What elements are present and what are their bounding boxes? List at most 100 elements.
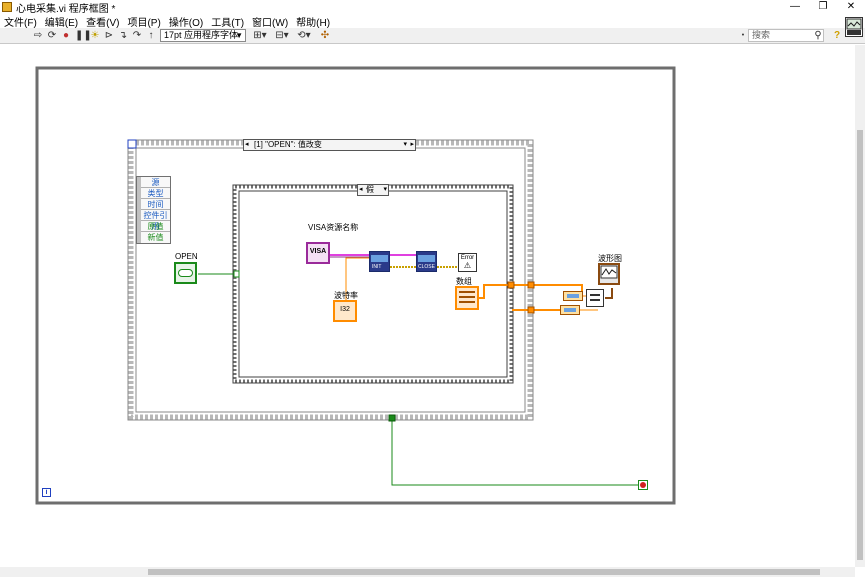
menu-project[interactable]: 项目(P) <box>127 14 160 29</box>
run-continuously-icon[interactable]: ⟳ <box>47 30 57 41</box>
window-title: 心电采集.vi 程序框图 * <box>16 3 116 15</box>
event-data-ctlref[interactable]: 控件引用 <box>141 210 170 231</box>
visa-close-node[interactable]: CLOSE <box>416 251 437 272</box>
diagram-svg <box>35 66 676 505</box>
event-data-type[interactable]: 类型 <box>141 188 170 199</box>
font-select[interactable]: 17pt 应用程序字体 ▼ <box>160 29 246 42</box>
iteration-icon: i <box>45 489 48 496</box>
search-dropdown-icon[interactable]: • <box>740 30 746 41</box>
event-case-selector[interactable]: ◂ [1] "OPEN": 值改变 ▾ ▸ <box>243 139 416 151</box>
chevron-down-icon[interactable]: ▾ <box>383 185 387 195</box>
align-objects-icon[interactable]: ⊞▾ <box>252 30 268 41</box>
step-over-icon[interactable]: ↷ <box>132 30 142 41</box>
array-element-node-1[interactable] <box>563 291 583 301</box>
case-selector[interactable]: ◂ 假 ▾ <box>357 184 389 196</box>
horizontal-scroll-thumb[interactable] <box>148 569 820 575</box>
menu-window[interactable]: 窗口(W) <box>252 14 288 29</box>
vertical-scrollbar[interactable] <box>855 45 865 567</box>
baud-rate-type: I32 <box>340 306 350 313</box>
baud-rate-control[interactable]: I32 <box>333 300 357 322</box>
menu-bar: 文件(F) 编辑(E) 查看(V) 项目(P) 操作(O) 工具(T) 窗口(W… <box>0 14 865 29</box>
menu-view[interactable]: 查看(V) <box>86 14 119 29</box>
close-text: CLOSE <box>418 264 435 270</box>
serial-port-icon <box>418 255 435 262</box>
abort-icon[interactable]: ● <box>61 30 71 41</box>
chevron-down-icon: ▼ <box>235 31 243 40</box>
build-array-node[interactable] <box>586 289 604 307</box>
reorder-icon[interactable]: ⟲▾ <box>296 30 312 41</box>
retain-wire-values-icon[interactable]: ⊳ <box>104 30 114 41</box>
timeout-terminal-icon[interactable] <box>127 139 137 149</box>
event-tunnel-out-1[interactable] <box>527 281 535 289</box>
menu-operate[interactable]: 操作(O) <box>169 14 203 29</box>
event-data-oldval[interactable]: 原值 <box>141 221 170 232</box>
help-icon[interactable]: ? <box>832 30 842 41</box>
stop-condition-wire[interactable] <box>391 416 640 486</box>
array-icon-line <box>459 296 475 298</box>
serial-port-icon <box>371 255 388 262</box>
pause-icon[interactable]: ❚❚ <box>75 30 92 41</box>
step-into-icon[interactable]: ↴ <box>118 30 128 41</box>
array-element-icon <box>564 308 576 312</box>
array-indicator[interactable] <box>455 286 479 310</box>
open-boolean-control[interactable] <box>174 262 197 284</box>
toolbar: ⇨ ⟳ ● ❚❚ ☀ ⊳ ↴ ↷ ↑ 17pt 应用程序字体 ▼ ⊞▾ ⊟▾ ⟲… <box>0 28 865 44</box>
event-data-time[interactable]: 时间 <box>141 199 170 210</box>
waveform-graph-indicator[interactable] <box>598 263 620 285</box>
search-placeholder: 搜索 <box>752 30 771 40</box>
chevron-down-icon[interactable]: ▾ <box>403 140 407 150</box>
open-label: OPEN <box>175 252 198 261</box>
array-icon-line <box>459 301 475 303</box>
selector-decrement-icon[interactable]: ◂ <box>245 140 249 150</box>
event-data-newval[interactable]: 新值 <box>141 232 170 243</box>
event-data-node[interactable]: 源 类型 时间 控件引用 原值 新值 <box>136 176 171 244</box>
cleanup-diagram-icon[interactable]: ✣ <box>318 30 332 41</box>
menu-help[interactable]: 帮助(H) <box>296 14 330 29</box>
menu-tools[interactable]: 工具(T) <box>211 14 244 29</box>
stop-icon <box>640 482 646 488</box>
maximize-button[interactable]: ❐ <box>809 0 837 14</box>
init-text: INIT <box>372 264 382 270</box>
close-button[interactable]: ✕ <box>837 0 865 14</box>
highlight-execution-icon[interactable]: ☀ <box>90 30 100 41</box>
selector-increment-icon[interactable]: ▸ <box>410 140 414 150</box>
boolean-toggle-icon <box>178 269 193 277</box>
visa-resource-control[interactable]: VISA <box>306 242 330 264</box>
event-data-source[interactable]: 源 <box>141 177 170 188</box>
menu-edit[interactable]: 编辑(E) <box>45 14 78 29</box>
loop-stop-terminal[interactable] <box>638 480 648 490</box>
case-label: 假 <box>366 185 374 194</box>
run-arrow-icon[interactable]: ⇨ <box>33 30 43 41</box>
search-icon[interactable]: ⚲ <box>813 30 823 41</box>
distribute-objects-icon[interactable]: ⊟▾ <box>274 30 290 41</box>
loop-iteration-terminal[interactable]: i <box>42 488 51 497</box>
array-element-node-2[interactable] <box>560 305 580 315</box>
step-out-icon[interactable]: ↑ <box>146 30 156 41</box>
labview-app-icon <box>2 2 12 12</box>
waveform-wire[interactable] <box>605 288 613 299</box>
stop-tunnel[interactable] <box>388 414 396 422</box>
case-selector-tunnel[interactable] <box>233 270 240 278</box>
event-tunnel-out-2[interactable] <box>527 306 535 314</box>
array-tunnel-out[interactable] <box>507 281 515 289</box>
minimize-button[interactable]: — <box>781 0 809 14</box>
array-icon-line <box>459 291 475 293</box>
build-array-line <box>590 299 600 301</box>
block-diagram-canvas[interactable]: ◂ [1] "OPEN": 值改变 ▾ ▸ ◂ 假 ▾ 源 类型 时间 控件引用… <box>0 45 855 567</box>
horizontal-scrollbar[interactable] <box>0 567 855 577</box>
font-select-value: 17pt 应用程序字体 <box>164 30 239 40</box>
event-case-label: [1] "OPEN": 值改变 <box>254 140 322 149</box>
visa-configure-node[interactable]: INIT <box>369 251 390 272</box>
vertical-scroll-thumb[interactable] <box>857 130 863 560</box>
title-bar: 心电采集.vi 程序框图 * — ❐ ✕ <box>0 0 865 15</box>
visa-resource-label: VISA资源名称 <box>308 223 359 232</box>
window-controls: — ❐ ✕ <box>781 0 865 14</box>
simple-error-handler-node[interactable]: Error ⚠ <box>458 253 477 272</box>
case-decrement-icon[interactable]: ◂ <box>359 185 363 195</box>
vi-icon[interactable] <box>845 17 863 37</box>
vi-icon-graphic <box>846 18 862 35</box>
build-array-line <box>590 294 600 296</box>
menu-file[interactable]: 文件(F) <box>4 14 37 29</box>
visa-resource-text: VISA <box>309 248 327 255</box>
array-element-icon <box>567 294 579 298</box>
